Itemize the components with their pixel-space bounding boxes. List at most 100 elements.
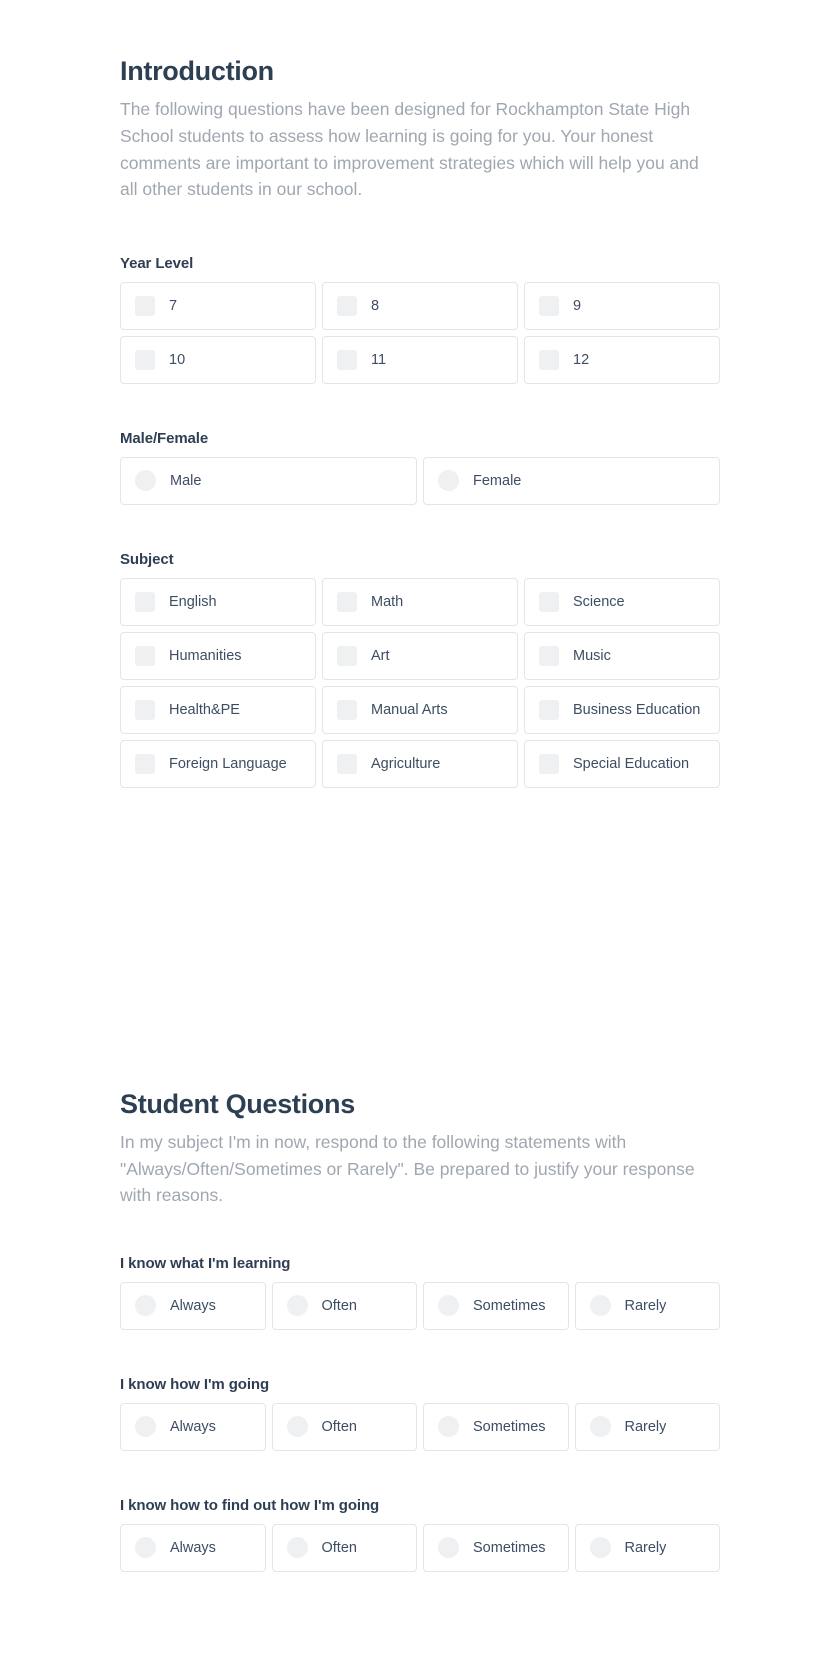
option-always[interactable]: Always [120,1402,266,1451]
option-label: 8 [371,297,380,314]
option-always[interactable]: Always [120,1281,266,1330]
option-special-education[interactable]: Special Education [524,739,720,788]
checkbox-icon[interactable] [135,295,155,316]
option-label: Math [371,593,404,610]
option-label: Special Education [573,755,690,772]
question-options: Always Often Sometimes Rarely [120,1402,720,1451]
radio-icon[interactable] [135,1537,156,1559]
option-label: Often [321,1418,357,1435]
checkbox-icon[interactable] [539,753,559,774]
option-11[interactable]: 11 [322,335,518,384]
option-business-education[interactable]: Business Education [524,685,720,734]
question-label: I know what I'm learning [120,1254,291,1272]
checkbox-icon[interactable] [337,295,357,316]
option-always[interactable]: Always [120,1523,266,1572]
option-label: 10 [169,351,186,368]
option-label: Always [170,1297,216,1314]
option-foreign-language[interactable]: Foreign Language [120,739,316,788]
option-agriculture[interactable]: Agriculture [322,739,518,788]
option-label: Sometimes [473,1297,546,1314]
option-manual-arts[interactable]: Manual Arts [322,685,518,734]
option-health-pe[interactable]: Health&PE [120,685,316,734]
radio-icon[interactable] [438,1295,459,1317]
field-group-subject: Subject English Math Science Humanities Art M… [120,551,720,788]
checkbox-icon[interactable] [337,591,357,612]
option-label: Rarely [624,1418,667,1435]
option-often[interactable]: Often [271,1402,417,1451]
option-label: Business Education [573,701,701,718]
option-label: English [169,593,217,610]
option-often[interactable]: Often [271,1523,417,1572]
year-level-label: Year Level [120,254,194,272]
checkbox-icon[interactable] [337,753,357,774]
checkbox-icon[interactable] [337,699,357,720]
radio-icon[interactable] [438,470,459,492]
checkbox-icon[interactable] [135,645,155,666]
option-7[interactable]: 7 [120,281,316,330]
radio-icon[interactable] [438,1416,459,1438]
option-music[interactable]: Music [524,631,720,680]
option-humanities[interactable]: Humanities [120,631,316,680]
option-rarely[interactable]: Rarely [574,1402,720,1451]
subject-label: Subject [120,550,174,568]
option-male[interactable]: Male [120,456,417,505]
radio-icon[interactable] [286,1295,308,1317]
radio-icon[interactable] [589,1537,611,1559]
checkbox-icon[interactable] [539,699,559,720]
option-rarely[interactable]: Rarely [574,1281,720,1330]
option-8[interactable]: 8 [322,281,518,330]
option-label: Humanities [169,647,242,664]
option-12[interactable]: 12 [524,335,720,384]
option-sometimes[interactable]: Sometimes [423,1402,569,1451]
option-label: Science [573,593,625,610]
option-label: Female [473,472,522,489]
introduction-heading: Introduction [120,56,274,86]
option-9[interactable]: 9 [524,281,720,330]
option-label: Foreign Language [169,755,287,772]
option-sometimes[interactable]: Sometimes [423,1281,569,1330]
checkbox-icon[interactable] [539,349,559,370]
radio-icon[interactable] [438,1537,459,1559]
checkbox-icon[interactable] [135,699,155,720]
checkbox-icon[interactable] [539,645,559,666]
checkbox-icon[interactable] [337,349,357,370]
checkbox-icon[interactable] [337,645,357,666]
radio-icon[interactable] [135,470,156,492]
option-label: Agriculture [371,755,441,772]
introduction-description: The following questions have been design… [120,99,699,200]
field-group-gender: Male/Female Male Female [120,430,720,505]
option-female[interactable]: Female [423,456,720,505]
radio-icon[interactable] [286,1416,308,1438]
question-i-know-what-i-m-learning: I know what I'm learning Always Often Somet… [120,1255,720,1330]
option-sometimes[interactable]: Sometimes [423,1523,569,1572]
option-10[interactable]: 10 [120,335,316,384]
checkbox-icon[interactable] [135,591,155,612]
radio-icon[interactable] [589,1416,611,1438]
option-science[interactable]: Science [524,577,720,626]
checkbox-icon[interactable] [135,349,155,370]
radio-icon[interactable] [135,1416,156,1438]
survey-page: Introduction The following questions hav… [0,0,840,1680]
introduction-section: Introduction The following questions hav… [120,0,720,203]
checkbox-icon[interactable] [539,295,559,316]
option-label: Sometimes [473,1539,546,1556]
option-english[interactable]: English [120,577,316,626]
checkbox-icon[interactable] [135,753,155,774]
questions-list: I know what I'm learning Always Often Somet… [120,1255,720,1572]
field-group-year-level: Year Level 7 8 9 10 11 12 [120,255,720,384]
checkbox-icon[interactable] [539,591,559,612]
radio-icon[interactable] [589,1295,611,1317]
option-math[interactable]: Math [322,577,518,626]
question-options: Always Often Sometimes Rarely [120,1281,720,1330]
radio-icon[interactable] [135,1295,156,1317]
option-often[interactable]: Often [271,1281,417,1330]
option-art[interactable]: Art [322,631,518,680]
option-label: Always [170,1418,216,1435]
radio-icon[interactable] [286,1537,308,1559]
option-label: Rarely [624,1539,667,1556]
option-rarely[interactable]: Rarely [574,1523,720,1572]
option-label: Manual Arts [371,701,448,718]
student-questions-description: In my subject I'm in now, respond to the… [120,1132,695,1206]
option-label: Always [170,1539,216,1556]
option-label: Health&PE [169,701,240,718]
